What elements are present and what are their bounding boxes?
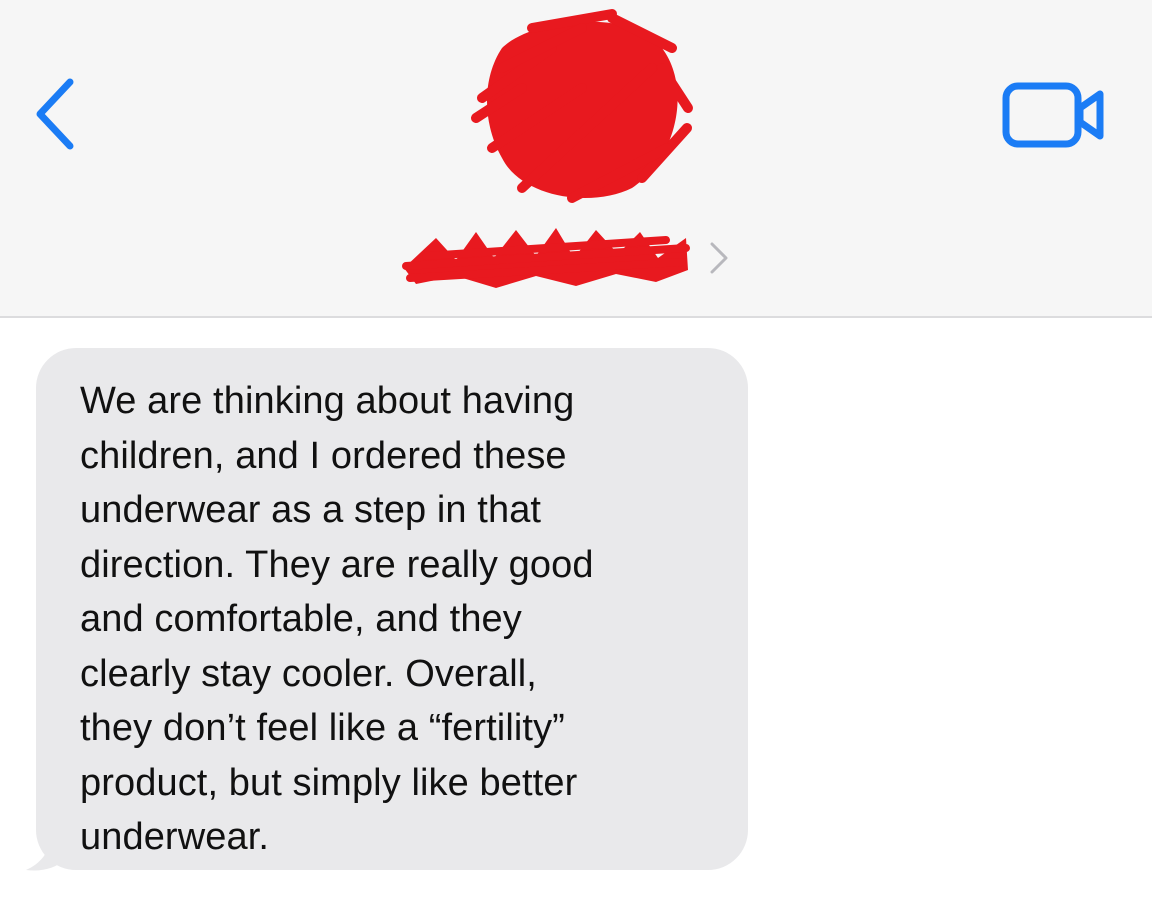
avatar[interactable] (462, 8, 698, 208)
video-camera-icon (1002, 82, 1104, 148)
contact-details-chevron[interactable] (706, 238, 732, 278)
incoming-message[interactable]: We are thinking about having children, a… (24, 348, 754, 878)
back-button[interactable] (30, 78, 80, 150)
conversation-header (0, 0, 1152, 318)
contact-name[interactable] (396, 218, 696, 292)
redacted-avatar-scribble (471, 9, 693, 203)
message-text: We are thinking about having children, a… (80, 380, 594, 858)
redacted-name-scribble (402, 228, 690, 288)
message-bubble: We are thinking about having children, a… (36, 348, 748, 870)
chevron-right-icon (710, 242, 728, 274)
chevron-left-icon (36, 78, 74, 150)
facetime-video-button[interactable] (1000, 80, 1110, 152)
